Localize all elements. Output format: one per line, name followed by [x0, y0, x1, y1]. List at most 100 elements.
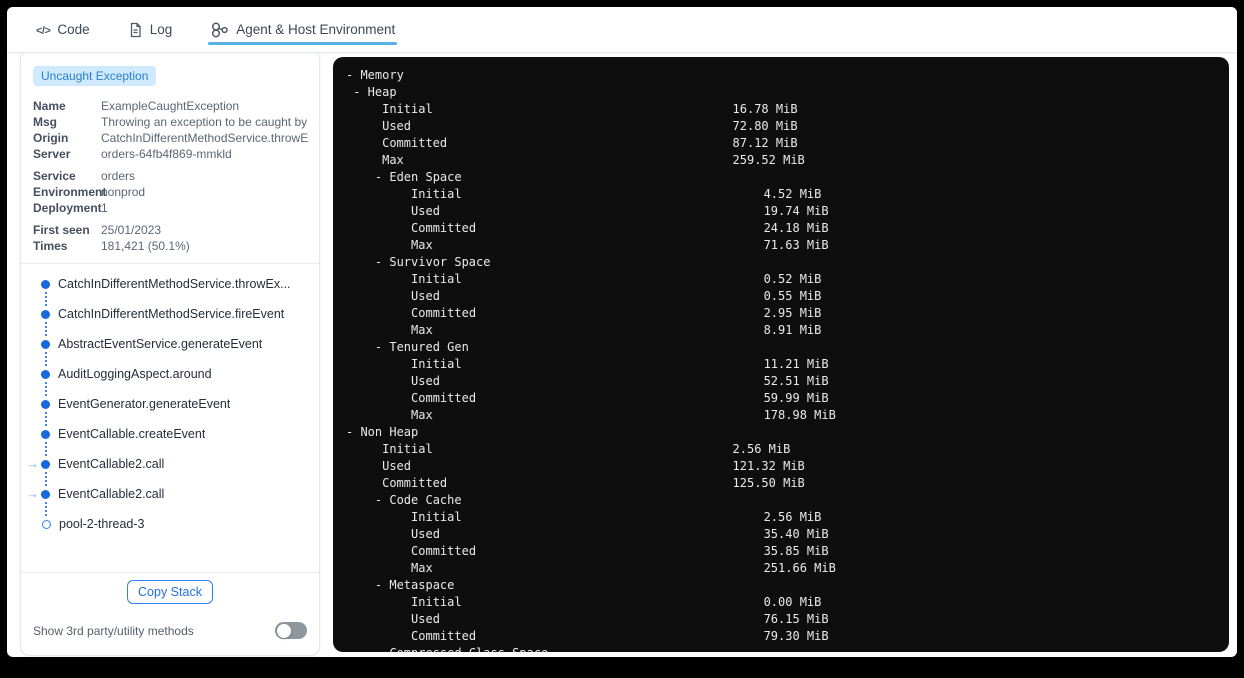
- field-label: Server: [33, 147, 71, 161]
- stack-frame[interactable]: pool-2-thread-3: [41, 516, 319, 532]
- stack-frame[interactable]: EventGenerator.generateEvent: [41, 396, 319, 412]
- memory-tree-metric-row: Max 259.52 MiB: [346, 152, 1229, 169]
- memory-tree-value: 16.78 MiB: [732, 102, 798, 116]
- memory-tree-section[interactable]: - Eden Space: [346, 169, 1229, 186]
- field-value: orders: [101, 169, 136, 183]
- memory-tree-label: Used: [382, 459, 412, 473]
- memory-tree-value: 0.00 MiB: [763, 595, 822, 609]
- memory-tree-label: Initial: [382, 102, 433, 116]
- memory-tree-value: 4.52 MiB: [763, 187, 822, 201]
- memory-tree-value: 52.51 MiB: [763, 374, 829, 388]
- memory-tree-value: 11.21 MiB: [763, 357, 829, 371]
- memory-tree-label: - Compressed Class Space: [346, 646, 548, 652]
- memory-tree-metric-row: Committed 79.30 MiB: [346, 628, 1229, 645]
- tab-label: Code: [57, 22, 90, 37]
- memory-tree-value: 76.15 MiB: [763, 612, 829, 626]
- memory-tree-value: 2.56 MiB: [763, 510, 822, 524]
- memory-tree-value: 72.80 MiB: [732, 119, 798, 133]
- field-value: nonprod: [101, 185, 146, 199]
- frame-marker-icon: [41, 489, 50, 499]
- memory-tree-metric-row: Committed 59.99 MiB: [346, 390, 1229, 407]
- memory-tree-metric-row: Used 76.15 MiB: [346, 611, 1229, 628]
- show-third-party-toggle[interactable]: [275, 622, 307, 639]
- current-frame-arrow-icon: →: [26, 456, 39, 471]
- memory-tree-label: Committed: [411, 391, 477, 405]
- stack-connector-dots: [44, 322, 47, 336]
- stack-frame-label: EventCallable.createEvent: [58, 427, 206, 441]
- stack-frame[interactable]: EventCallable.createEvent: [41, 426, 319, 442]
- tab-bar: </> Code Log Agent & Host Environment: [7, 7, 1237, 53]
- stack-connector-dots: [44, 352, 47, 366]
- field-label: Name: [33, 99, 66, 113]
- memory-tree-value: 79.30 MiB: [763, 629, 829, 643]
- memory-tree-value: 87.12 MiB: [732, 136, 798, 150]
- memory-tree-metric-row: Max 251.66 MiB: [346, 560, 1229, 577]
- memory-tree-label: Used: [382, 119, 412, 133]
- tab-log[interactable]: Log: [128, 7, 172, 52]
- memory-tree-metric-row: Used 19.74 MiB: [346, 203, 1229, 220]
- deployment-info-fields: Service orders Environment nonprod Deploymen…: [21, 168, 319, 216]
- field-label: Deployment: [33, 201, 102, 215]
- memory-tree-label: - Heap: [353, 85, 397, 99]
- memory-tree-metric-row: Committed 87.12 MiB: [346, 135, 1229, 152]
- field-row: Origin CatchInDifferentMethodService.thro…: [33, 130, 309, 146]
- field-label: First seen: [33, 223, 90, 237]
- memory-tree-section[interactable]: - Heap: [346, 84, 1229, 101]
- memory-tree-label: Initial: [382, 442, 433, 456]
- memory-tree-label: Committed: [411, 306, 477, 320]
- frame-marker-icon: [41, 309, 50, 319]
- memory-tree-label: Max: [411, 238, 433, 252]
- field-row: Times 181,421 (50.1%): [33, 238, 309, 254]
- memory-tree-metric-row: Committed 125.50 MiB: [346, 475, 1229, 492]
- stack-trace-list: CatchInDifferentMethodService.throwEx...…: [21, 276, 319, 532]
- memory-tree-value: 24.18 MiB: [763, 221, 829, 235]
- tab-agent-host-environment[interactable]: Agent & Host Environment: [208, 7, 398, 52]
- stack-frame[interactable]: → EventCallable2.call: [26, 486, 319, 502]
- field-label: Service: [33, 169, 76, 183]
- memory-tree-label: Used: [411, 527, 440, 541]
- stack-frame-label: AbstractEventService.generateEvent: [58, 337, 263, 351]
- stack-frame-label: CatchInDifferentMethodService.fireEvent: [58, 307, 285, 321]
- memory-tree-label: Initial: [411, 510, 462, 524]
- frame-marker-icon: [41, 369, 50, 379]
- stack-frame[interactable]: → EventCallable2.call: [26, 456, 319, 472]
- stack-connector-dots: [44, 442, 47, 456]
- tab-code[interactable]: </> Code: [36, 7, 90, 52]
- memory-tree-label: Initial: [411, 595, 462, 609]
- memory-tree-section[interactable]: - Metaspace: [346, 577, 1229, 594]
- show-third-party-toggle-label: Show 3rd party/utility methods: [33, 623, 194, 638]
- memory-tree-section[interactable]: - Tenured Gen: [346, 339, 1229, 356]
- field-label: Environment: [33, 185, 107, 199]
- copy-stack-button[interactable]: Copy Stack: [127, 580, 213, 604]
- memory-tree-label: Committed: [411, 221, 477, 235]
- app-window: </> Code Log Agent & Host Environment Uncau…: [7, 7, 1237, 657]
- memory-tree-label: Committed: [382, 136, 448, 150]
- memory-tree-section[interactable]: - Compressed Class Space: [346, 645, 1229, 652]
- memory-tree-value: 59.99 MiB: [763, 391, 829, 405]
- memory-tree-section[interactable]: - Code Cache: [346, 492, 1229, 509]
- frame-marker-icon: [41, 399, 50, 409]
- memory-tree-section[interactable]: - Non Heap: [346, 424, 1229, 441]
- memory-tree-section[interactable]: - Memory: [346, 67, 1229, 84]
- memory-tree-label: - Non Heap: [346, 425, 419, 439]
- divider: [21, 572, 319, 573]
- memory-tree-label: - Eden Space: [374, 170, 462, 184]
- memory-tree-value: 19.74 MiB: [763, 204, 829, 218]
- stack-frame[interactable]: CatchInDifferentMethodService.fireEvent: [41, 306, 319, 322]
- thread-marker-icon: [42, 519, 51, 529]
- exception-detail-fields: Name ExampleCaughtException Msg Throwing an…: [21, 98, 319, 162]
- stack-frame[interactable]: CatchInDifferentMethodService.throwEx...: [41, 276, 319, 292]
- code-icon: </>: [36, 25, 51, 37]
- memory-tree-value: 35.40 MiB: [763, 527, 829, 541]
- memory-tree-section[interactable]: - Survivor Space: [346, 254, 1229, 271]
- memory-tree-metric-row: Committed 24.18 MiB: [346, 220, 1229, 237]
- stack-frame[interactable]: AuditLoggingAspect.around: [41, 366, 319, 382]
- memory-tree-metric-row: Committed 35.85 MiB: [346, 543, 1229, 560]
- memory-tree-value: 259.52 MiB: [732, 153, 805, 167]
- stack-frame[interactable]: AbstractEventService.generateEvent: [41, 336, 319, 352]
- field-row: Msg Throwing an exception to be caught by…: [33, 114, 309, 130]
- field-row: Name ExampleCaughtException: [33, 98, 309, 114]
- memory-tree-metric-row: Initial 0.52 MiB: [346, 271, 1229, 288]
- stack-connector-dots: [44, 382, 47, 396]
- memory-tree-label: - Memory: [346, 68, 404, 82]
